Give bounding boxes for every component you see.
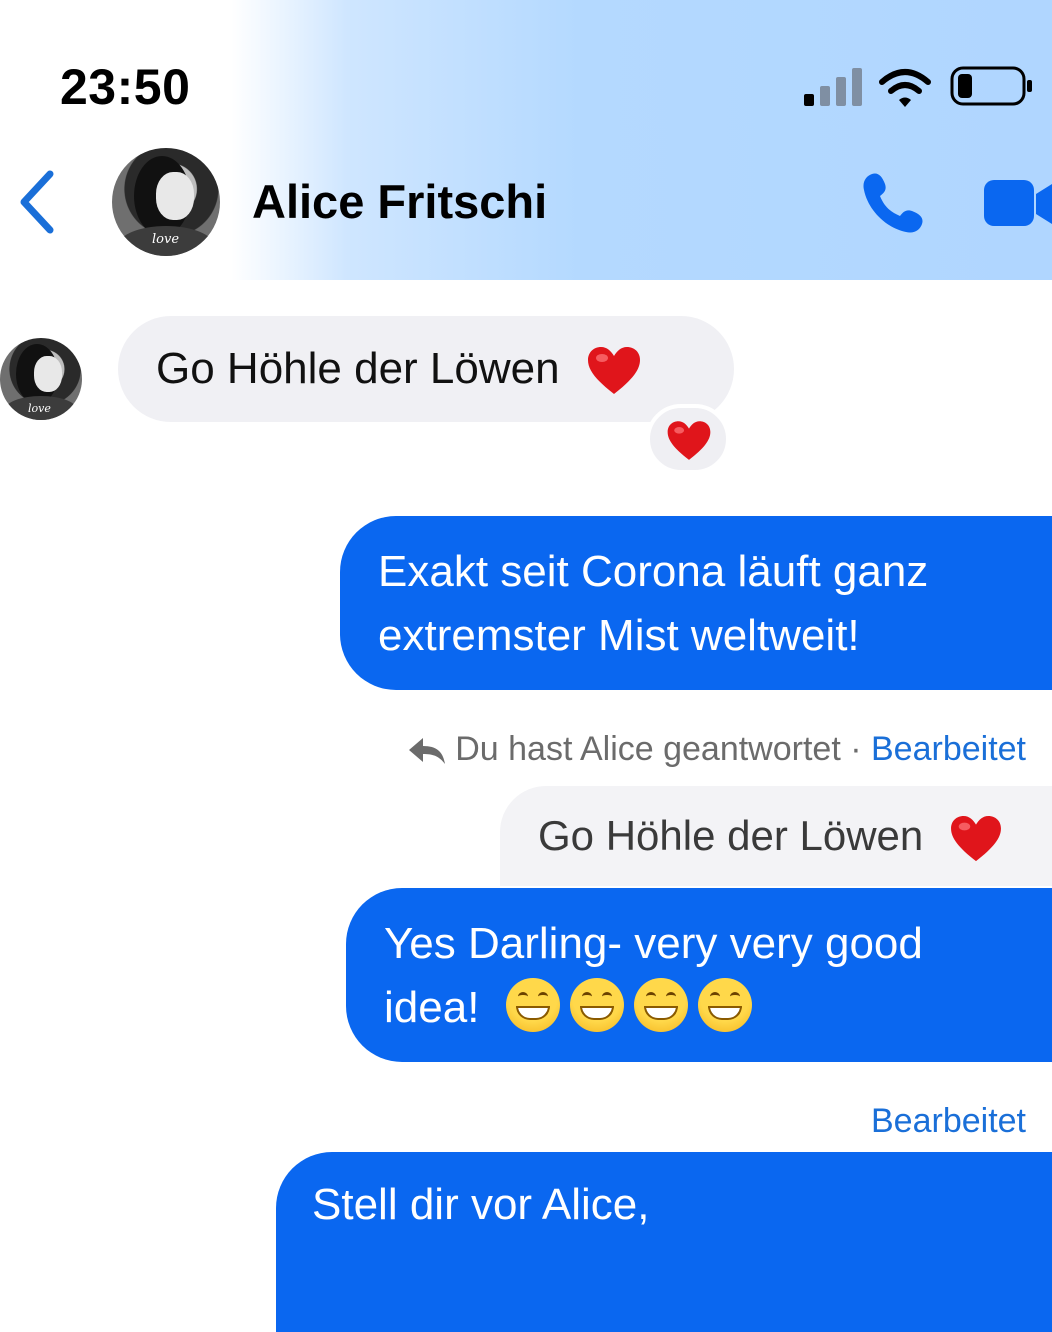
sender-avatar[interactable]: love: [0, 338, 82, 420]
message-line: Yes Darling- very very good: [384, 919, 923, 968]
grinning-emoji: [505, 978, 560, 1032]
contact-name[interactable]: Alice Fritschi: [252, 174, 547, 229]
heart-reaction[interactable]: [646, 404, 730, 474]
edited-label[interactable]: Bearbeitet: [871, 730, 1026, 768]
avatar-caption: love: [28, 402, 51, 415]
incoming-message-text: Go Höhle der Löwen: [156, 344, 560, 393]
reply-info-text: Du hast Alice geantwortet: [455, 730, 841, 768]
red-heart-emoji: [950, 815, 1001, 861]
outgoing-message[interactable]: Exakt seit Corona läuft ganz extremster …: [340, 516, 1052, 690]
red-heart-emoji: [667, 421, 711, 460]
quoted-message[interactable]: Go Höhle der Löwen: [500, 786, 1052, 886]
wifi-icon: [879, 69, 931, 107]
avatar-caption: love: [152, 232, 180, 247]
video-call-icon[interactable]: [984, 178, 1052, 230]
avatar-face: [34, 356, 62, 392]
red-heart-emoji: [587, 347, 640, 395]
grinning-emoji: [633, 978, 688, 1032]
reply-arrow-icon: [409, 738, 446, 765]
message-text: Stell dir vor Alice,: [312, 1180, 650, 1229]
phone-call-icon[interactable]: [858, 168, 928, 238]
incoming-message[interactable]: Go Höhle der Löwen: [118, 316, 734, 422]
cellular-signal-icon: [804, 68, 862, 106]
message-line: extremster Mist weltweit!: [378, 611, 860, 660]
outgoing-message[interactable]: Yes Darling- very very good idea!: [346, 888, 1052, 1062]
reply-separator: ·: [840, 730, 871, 768]
quoted-message-text: Go Höhle der Löwen: [538, 812, 924, 859]
reply-info: Du hast Alice geantwortet · Bearbeitet: [407, 730, 1026, 769]
chat-header: 23:50 love Alice Fritschi: [0, 0, 1052, 280]
back-chevron-icon[interactable]: [14, 168, 62, 236]
grinning-emoji: [569, 978, 624, 1032]
contact-avatar[interactable]: love: [112, 148, 220, 256]
outgoing-message[interactable]: Stell dir vor Alice,: [276, 1152, 1052, 1332]
message-line: idea!: [384, 983, 480, 1032]
avatar-face: [156, 172, 194, 220]
message-line: Exakt seit Corona läuft ganz: [378, 547, 929, 596]
status-time: 23:50: [60, 59, 191, 115]
grinning-emoji: [697, 978, 752, 1032]
message-line-with-emoji: idea!: [384, 976, 923, 1040]
edited-label[interactable]: Bearbeitet: [871, 1102, 1026, 1141]
battery-icon: [950, 66, 1032, 106]
